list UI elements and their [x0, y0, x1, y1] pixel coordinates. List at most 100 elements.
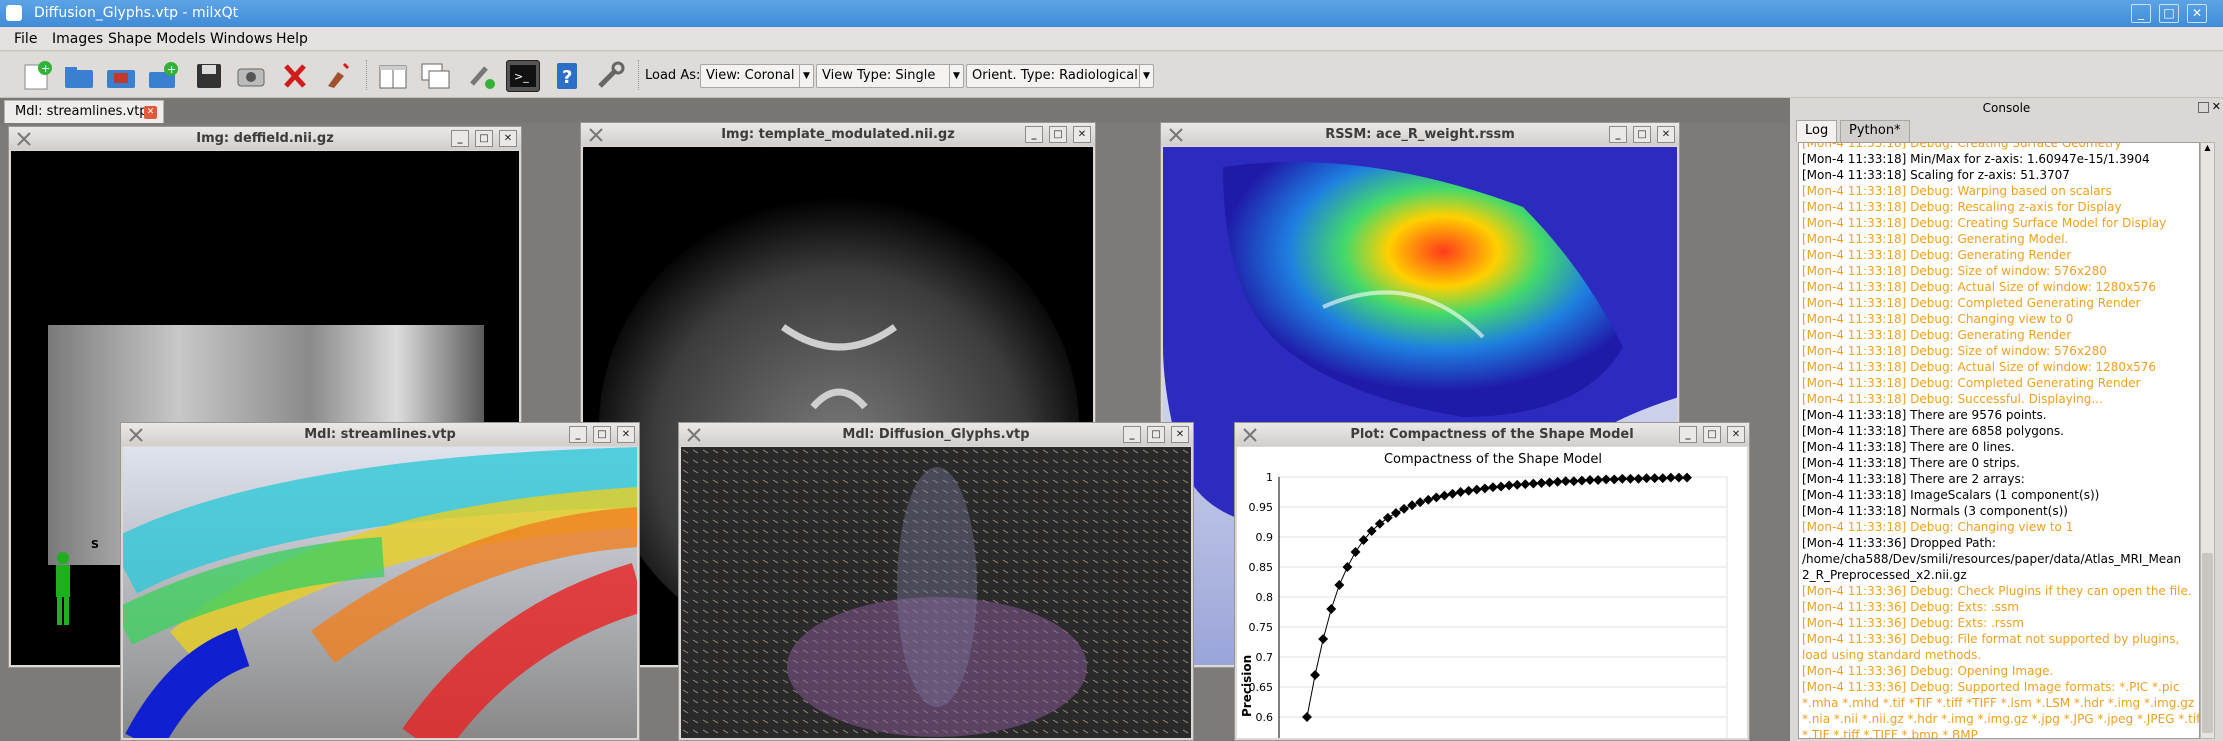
data-point [1342, 562, 1353, 572]
data-point [1471, 484, 1482, 495]
close-window-button[interactable]: ✕ [2187, 4, 2207, 23]
log-line: [Mon-4 11:33:18] Debug: Warping based on… [1802, 184, 2112, 198]
maximize-button[interactable]: □ [2159, 4, 2179, 23]
menu-shape-models[interactable]: Shape Models [108, 31, 206, 47]
model-view[interactable] [681, 447, 1191, 738]
data-point [1657, 473, 1668, 484]
scroll-thumb[interactable] [2202, 553, 2213, 733]
cascade-icon[interactable] [418, 60, 452, 92]
log-text[interactable]: [Mon-4 11:33:18] Debug: Creating Surface… [1798, 142, 2200, 739]
new-icon[interactable]: + [20, 60, 54, 92]
maximize-button[interactable]: □ [1633, 126, 1651, 143]
console-panel: Console ✕ Log Python* [Mon-4 11:33:18] D… [1790, 98, 2223, 741]
subwindow-plot[interactable]: Plot: Compactness of the Shape Model _ □… [1234, 422, 1750, 741]
view-select[interactable]: View: Coronal ▼ [700, 64, 814, 88]
maximize-button[interactable]: □ [1049, 126, 1067, 143]
data-point [1390, 508, 1401, 518]
subwindow-title: Mdl: Diffusion_Glyphs.vtp [842, 427, 1030, 442]
subwindow-title: Img: deffield.nii.gz [196, 131, 334, 146]
svg-text:+: + [41, 62, 50, 75]
view-type-select[interactable]: View Type: Single ▼ [816, 64, 964, 88]
tab-close-icon[interactable]: ✕ [144, 106, 157, 119]
close-button[interactable]: ✕ [1657, 126, 1675, 143]
help-icon[interactable]: ? [550, 60, 584, 92]
chevron-down-icon: ▼ [1139, 65, 1153, 87]
milx-icon [1169, 128, 1183, 142]
data-point [1415, 497, 1426, 508]
subwindow-title: RSSM: ace_R_weight.rssm [1325, 127, 1515, 142]
y-tick-label: 0.85 [1249, 561, 1274, 574]
log-line: [Mon-4 11:33:18] Debug: Actual Size of w… [1802, 280, 2156, 294]
y-tick-label: 0.65 [1249, 681, 1274, 694]
float-icon[interactable] [2198, 102, 2209, 113]
data-point [1447, 488, 1458, 499]
data-point [1552, 476, 1563, 487]
log-line: [Mon-4 11:33:18] Debug: Creating Surface… [1802, 216, 2167, 230]
log-line: [Mon-4 11:33:36] Debug: Supported Image … [1802, 680, 2180, 694]
orient-type-select[interactable]: Orient. Type: Radiological ▼ [966, 64, 1154, 88]
open-icon[interactable] [62, 60, 96, 92]
settings-icon[interactable] [594, 60, 628, 92]
new-model-icon[interactable]: + [146, 60, 180, 92]
orientation-figure [48, 550, 78, 630]
data-point [1334, 580, 1345, 590]
close-console-icon[interactable]: ✕ [2212, 100, 2221, 113]
save-icon[interactable] [192, 60, 226, 92]
minimize-button[interactable]: _ [1679, 426, 1697, 443]
log-line: [Mon-4 11:33:18] Min/Max for z-axis: 1.6… [1802, 152, 2150, 166]
data-point [1496, 481, 1506, 492]
log-line: [Mon-4 11:33:18] There are 0 strips. [1802, 456, 2020, 470]
minimize-button[interactable]: _ [1123, 426, 1141, 443]
maximize-button[interactable]: □ [475, 130, 493, 147]
screenshot-icon[interactable] [234, 60, 268, 92]
menu-help[interactable]: Help [276, 31, 308, 47]
model-view[interactable] [123, 447, 637, 738]
tab-python[interactable]: Python* [1840, 120, 1910, 142]
subwindow-diffusion-glyphs[interactable]: Mdl: Diffusion_Glyphs.vtp _ □ ✕ [678, 422, 1194, 741]
log-line: [Mon-4 11:33:36] Dropped Path: [1802, 536, 1996, 550]
minimize-button[interactable]: _ [1609, 126, 1627, 143]
clean-icon[interactable] [320, 60, 354, 92]
link-icon[interactable] [464, 60, 498, 92]
data-point [1382, 512, 1393, 523]
minimize-button[interactable]: _ [569, 426, 587, 443]
minimize-button[interactable]: _ [451, 130, 469, 147]
tile-icon[interactable] [376, 60, 410, 92]
tab-log[interactable]: Log [1796, 120, 1838, 142]
close-button[interactable]: ✕ [499, 130, 517, 147]
maximize-button[interactable]: □ [1703, 426, 1721, 443]
maximize-button[interactable]: □ [1147, 426, 1165, 443]
open-series-icon[interactable] [104, 60, 138, 92]
data-point [1504, 480, 1515, 491]
log-line: [Mon-4 11:33:18] Debug: Completed Genera… [1802, 296, 2141, 310]
menu-windows[interactable]: Windows [210, 31, 273, 47]
log-line: *.nia *.nii *.nii.gz *.hdr *.img *.img.g… [1802, 712, 2200, 726]
data-point [1488, 482, 1498, 493]
console-icon[interactable]: >_ [506, 60, 540, 92]
scroll-up-icon[interactable]: ▲ [2201, 143, 2214, 157]
plot-view[interactable]: Compactness of the Shape Model Precision… [1237, 447, 1747, 738]
close-button[interactable]: ✕ [1171, 426, 1189, 443]
document-tab[interactable]: Mdl: streamlines.vtp ✕ [4, 100, 164, 123]
menu-images[interactable]: Images [52, 31, 103, 47]
log-scrollbar[interactable]: ▲ [2200, 142, 2215, 739]
close-button[interactable]: ✕ [1727, 426, 1745, 443]
subwindow-titlebar: Mdl: Diffusion_Glyphs.vtp _ □ ✕ [679, 423, 1193, 446]
compactness-chart: Compactness of the Shape Model Precision… [1240, 452, 1728, 738]
glyphs-render [681, 447, 1191, 738]
maximize-button[interactable]: □ [593, 426, 611, 443]
close-button[interactable]: ✕ [617, 426, 635, 443]
orientation-label-s: S [91, 538, 99, 551]
subwindow-streamlines[interactable]: Mdl: streamlines.vtp _ □ ✕ [120, 422, 640, 741]
data-point [1544, 477, 1555, 488]
log-line: [Mon-4 11:33:18] There are 2 arrays: [1802, 472, 2025, 486]
log-line: [Mon-4 11:33:18] Debug: Size of window: … [1802, 344, 2107, 358]
close-icon[interactable] [278, 60, 312, 92]
menu-file[interactable]: File [14, 31, 37, 47]
close-button[interactable]: ✕ [1073, 126, 1091, 143]
y-tick-label: 0.9 [1256, 531, 1274, 544]
y-tick-label: 0.75 [1249, 621, 1274, 634]
minimize-button[interactable]: _ [1025, 126, 1043, 143]
minimize-button[interactable]: _ [2131, 4, 2151, 23]
chevron-down-icon: ▼ [949, 65, 963, 87]
